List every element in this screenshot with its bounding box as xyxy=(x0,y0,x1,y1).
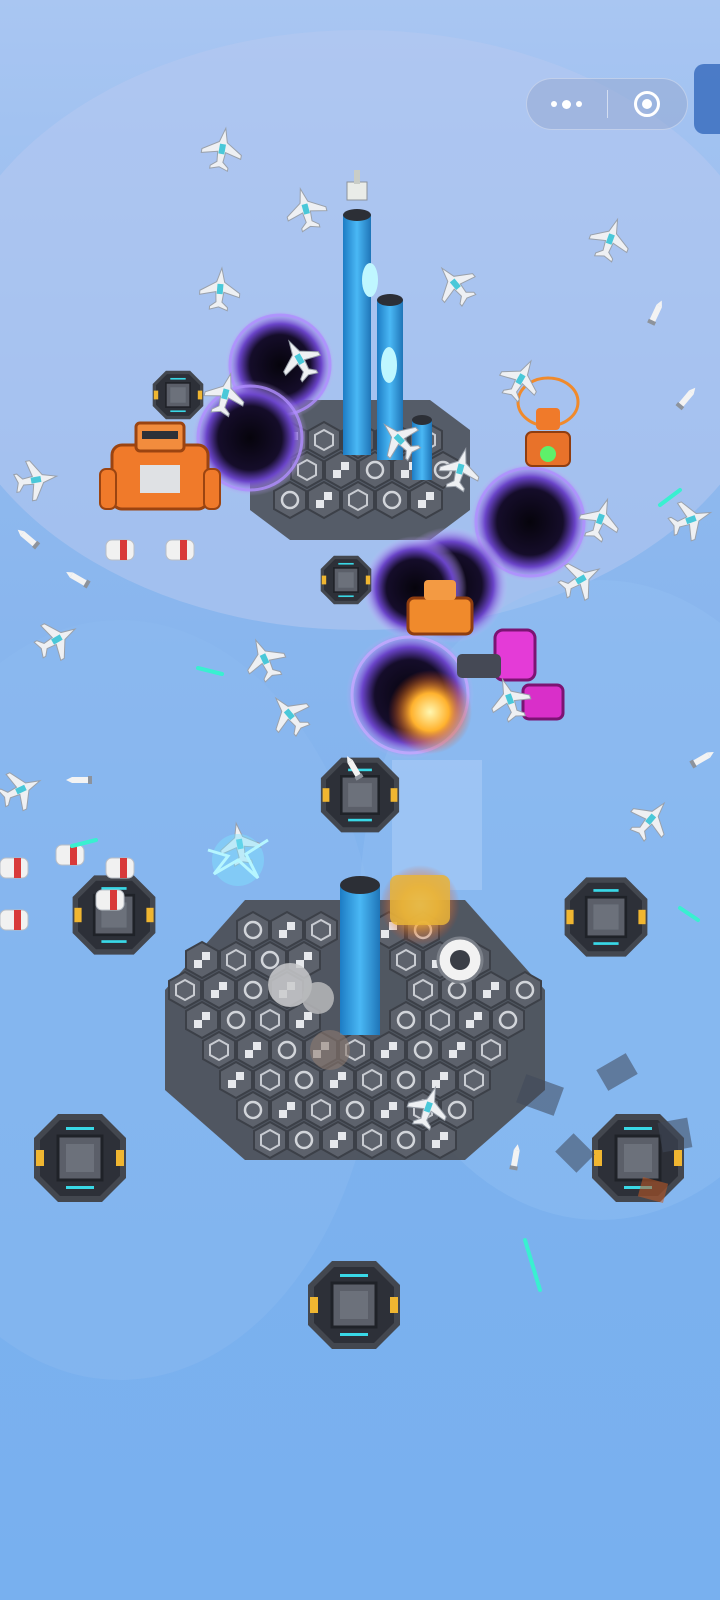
edge-structure xyxy=(694,64,720,134)
target-circle-icon xyxy=(634,91,661,117)
lower-blue-tower[interactable] xyxy=(340,876,380,1035)
explosion-effect xyxy=(388,670,482,890)
more-dots-icon xyxy=(551,99,583,109)
launch-pad-bottom-center[interactable] xyxy=(306,1259,402,1351)
battlefield-scene[interactable] xyxy=(0,0,720,1600)
launch-pad-mid-left[interactable] xyxy=(319,554,373,606)
mini-program-capsule xyxy=(526,78,688,130)
golden-mech-explosion xyxy=(380,865,460,945)
white-drone-turret[interactable] xyxy=(436,936,484,984)
launch-pad-center[interactable] xyxy=(319,756,401,834)
close-button[interactable] xyxy=(608,79,688,129)
more-button[interactable] xyxy=(527,79,607,129)
launch-pad-bottom-left[interactable] xyxy=(32,1112,128,1204)
launch-pad-left[interactable] xyxy=(71,874,157,956)
launch-pad-right[interactable] xyxy=(563,876,649,958)
launch-pad-left-upper[interactable] xyxy=(151,369,205,421)
